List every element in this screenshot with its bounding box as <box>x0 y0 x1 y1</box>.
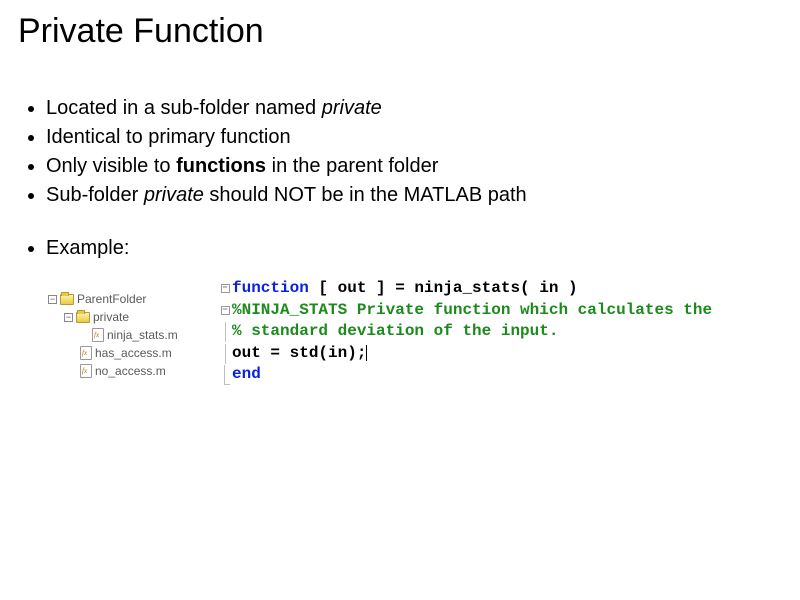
tree-label: has_access.m <box>95 344 172 362</box>
collapse-icon[interactable]: − <box>64 313 73 322</box>
mfile-icon <box>92 328 104 342</box>
code-keyword: end <box>232 364 261 386</box>
tree-file-ninja[interactable]: ninja_stats.m <box>48 326 198 344</box>
tree-label: private <box>93 308 129 326</box>
folder-icon <box>60 294 74 305</box>
bullet-bold: functions <box>176 155 266 177</box>
bullet-text: should NOT be in the MATLAB path <box>204 184 527 206</box>
slide: Private Function Located in a sub-folder… <box>0 0 800 396</box>
code-line: − %NINJA_STATS Private function which ca… <box>218 300 712 322</box>
tree-folder-parent[interactable]: − ParentFolder <box>48 290 198 308</box>
code-text: [ out ] = ninja_stats( in ) <box>309 279 578 297</box>
tree-label: no_access.m <box>95 362 166 380</box>
code-line: end <box>218 364 712 386</box>
tree-file-has[interactable]: has_access.m <box>48 344 198 362</box>
bullet-text: Sub-folder <box>46 184 144 206</box>
code-editor[interactable]: − function [ out ] = ninja_stats( in ) −… <box>218 278 712 386</box>
fold-bar-icon <box>225 322 226 342</box>
mfile-icon <box>80 346 92 360</box>
example-content: − ParentFolder − private ninja_stats.m h… <box>18 278 782 386</box>
tree-file-no[interactable]: no_access.m <box>48 362 198 380</box>
code-line: % standard deviation of the input. <box>218 321 712 343</box>
tree-label: ninja_stats.m <box>107 326 178 344</box>
bullet-item: Identical to primary function <box>46 124 782 151</box>
bullet-text: in the parent folder <box>266 155 438 177</box>
bullet-item: Only visible to functions in the parent … <box>46 153 782 180</box>
tree-folder-private[interactable]: − private <box>48 308 198 326</box>
mfile-icon <box>80 364 92 378</box>
folder-icon <box>76 312 90 323</box>
bullet-em: private <box>144 184 204 206</box>
bullet-text: Only visible to <box>46 155 176 177</box>
bullet-text: Located in a sub-folder named <box>46 97 322 119</box>
fold-icon[interactable]: − <box>221 284 230 293</box>
collapse-icon[interactable]: − <box>48 295 57 304</box>
example-heading: Example: <box>46 237 782 260</box>
folder-tree: − ParentFolder − private ninja_stats.m h… <box>48 278 198 380</box>
bullet-list: Located in a sub-folder named private Id… <box>46 95 782 209</box>
example-heading-list: Example: <box>46 237 782 260</box>
code-line: − function [ out ] = ninja_stats( in ) <box>218 278 712 300</box>
bullet-item: Located in a sub-folder named private <box>46 95 782 122</box>
page-title: Private Function <box>18 12 782 51</box>
code-comment: % standard deviation of the input. <box>232 321 558 343</box>
fold-end-icon <box>224 365 230 385</box>
fold-bar-icon <box>225 344 226 364</box>
code-comment: %NINJA_STATS Private function which calc… <box>232 300 712 322</box>
fold-icon[interactable]: − <box>221 306 230 315</box>
code-text: out = std(in); <box>232 344 366 362</box>
bullet-em: private <box>322 97 382 119</box>
tree-label: ParentFolder <box>77 290 146 308</box>
text-cursor <box>366 345 367 361</box>
bullet-item: Sub-folder private should NOT be in the … <box>46 182 782 209</box>
code-keyword: function <box>232 279 309 297</box>
code-line: out = std(in); <box>218 343 712 365</box>
